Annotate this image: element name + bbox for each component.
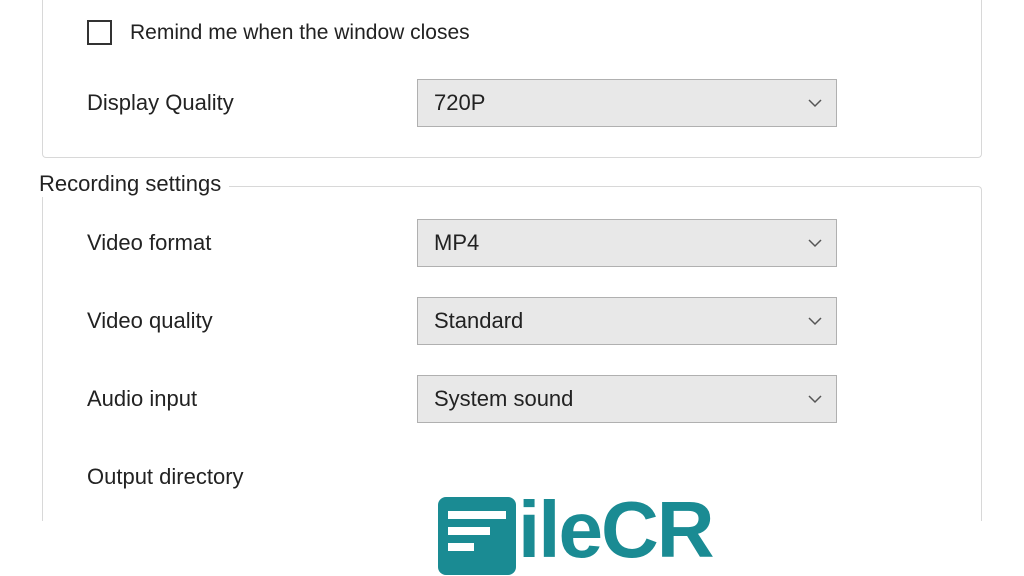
video-quality-dropdown[interactable]: Standard <box>417 297 837 345</box>
output-directory-label: Output directory <box>87 464 417 490</box>
filecr-logo-text: ileCR <box>518 484 713 576</box>
display-quality-value: 720P <box>434 90 485 116</box>
video-format-row: Video format MP4 <box>87 217 937 269</box>
audio-input-value: System sound <box>434 386 573 412</box>
filecr-logo: ileCR <box>438 484 713 576</box>
recording-settings-legend: Recording settings <box>37 171 229 197</box>
audio-input-row: Audio input System sound <box>87 373 937 425</box>
video-format-value: MP4 <box>434 230 479 256</box>
top-settings-group: Remind me when the window closes Display… <box>42 0 982 158</box>
remind-checkbox[interactable] <box>87 20 112 45</box>
chevron-down-icon <box>806 390 824 408</box>
video-quality-label: Video quality <box>87 308 417 334</box>
chevron-down-icon <box>806 312 824 330</box>
filecr-logo-icon <box>438 497 516 575</box>
video-quality-row: Video quality Standard <box>87 295 937 347</box>
audio-input-dropdown[interactable]: System sound <box>417 375 837 423</box>
chevron-down-icon <box>806 94 824 112</box>
remind-checkbox-row: Remind me when the window closes <box>87 20 961 45</box>
display-quality-dropdown[interactable]: 720P <box>417 79 837 127</box>
video-format-dropdown[interactable]: MP4 <box>417 219 837 267</box>
remind-checkbox-label[interactable]: Remind me when the window closes <box>130 21 470 45</box>
display-quality-row: Display Quality 720P <box>87 77 937 129</box>
audio-input-label: Audio input <box>87 386 417 412</box>
video-format-label: Video format <box>87 230 417 256</box>
video-quality-value: Standard <box>434 308 523 334</box>
recording-settings-group: Recording settings Video format MP4 Vide… <box>42 186 982 521</box>
display-quality-label: Display Quality <box>87 90 417 116</box>
chevron-down-icon <box>806 234 824 252</box>
